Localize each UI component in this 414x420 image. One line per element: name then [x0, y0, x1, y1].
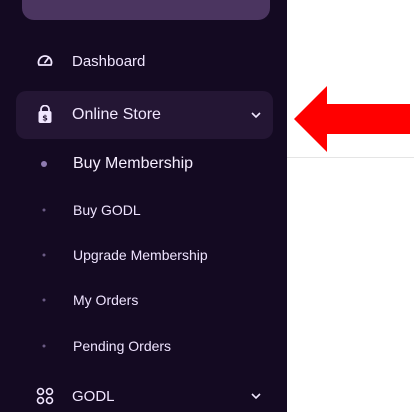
submenu-item-buy-godl[interactable]: Buy GODL [0, 190, 287, 230]
chevron-down-icon [249, 108, 263, 122]
svg-text:$: $ [42, 114, 48, 123]
bullet-dot-icon [41, 161, 47, 167]
sidebar-item-label: Online Store [72, 106, 161, 123]
bullet-dot-icon [42, 253, 46, 257]
sidebar-item-label: GODL [72, 387, 115, 405]
submenu-item-upgrade-membership[interactable]: Upgrade Membership [0, 235, 287, 275]
sidebar-item-label: Dashboard [72, 52, 146, 70]
gauge-icon [34, 50, 56, 72]
submenu-item-buy-membership[interactable]: Buy Membership [0, 144, 287, 184]
submenu-item-label: Upgrade Membership [73, 247, 208, 263]
submenu-item-label: Buy Membership [73, 155, 194, 172]
apps-grid-icon [34, 385, 56, 407]
submenu-item-label: Pending Orders [73, 338, 172, 354]
submenu-item-label: Buy GODL [73, 202, 141, 218]
divider-line [287, 157, 414, 158]
sidebar-item-online-store[interactable]: $ Online Store [16, 91, 273, 139]
shopping-bag-icon: $ [34, 104, 56, 126]
sidebar-item-godl[interactable]: GODL [16, 372, 273, 420]
submenu-item-label: My Orders [73, 292, 139, 308]
sidebar-top-card [22, 0, 270, 20]
bullet-dot-icon [42, 208, 46, 212]
submenu-item-pending-orders[interactable]: Pending Orders [0, 326, 287, 366]
sidebar-item-dashboard[interactable]: Dashboard [16, 37, 273, 85]
bullet-dot-icon [42, 344, 46, 348]
submenu-item-my-orders[interactable]: My Orders [0, 280, 287, 320]
bullet-dot-icon [42, 298, 46, 302]
sidebar: Dashboard $ Online Store Buy Membership … [0, 0, 287, 412]
red-arrow-icon [294, 86, 410, 152]
chevron-down-icon [249, 389, 263, 403]
